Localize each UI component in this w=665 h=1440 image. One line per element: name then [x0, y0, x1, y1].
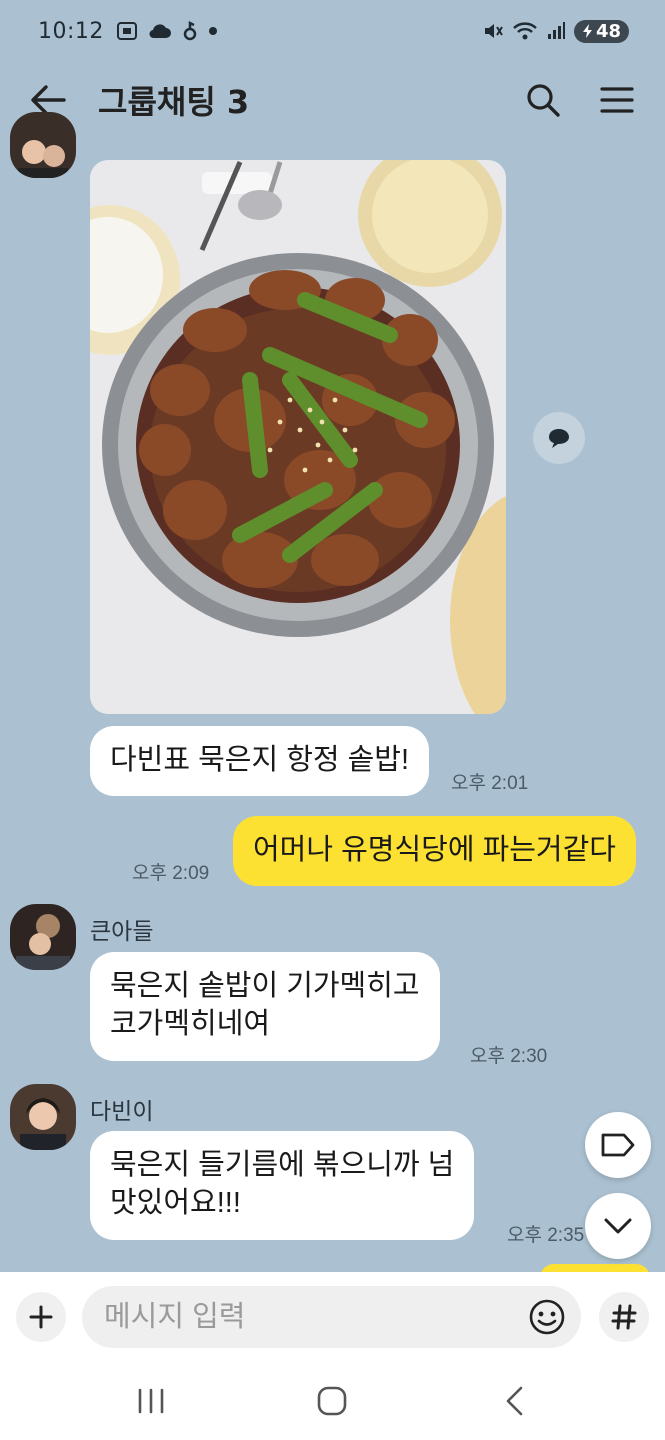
message-text-line: 코가멕히네여 [110, 1007, 271, 1040]
share-button[interactable] [533, 412, 585, 464]
hash-icon [611, 1304, 637, 1330]
message-time: 오후 2:30 [470, 1046, 548, 1067]
message-text: 어머나 유명식당에 파는거같다 [253, 834, 616, 866]
avatar[interactable] [10, 112, 76, 178]
screenshot-icon [116, 22, 137, 40]
speech-bubble-icon [549, 429, 569, 448]
message-text: 다빈표 묵은지 항정 솥밥! [110, 744, 410, 776]
photo-message-food[interactable] [90, 160, 506, 714]
message-bubble[interactable]: 묵은지 솥밥이 기가멕히고 코가멕히네여 [90, 952, 440, 1062]
app-notification-icon [183, 20, 197, 41]
hashtag-button[interactable] [599, 1292, 649, 1342]
search-button[interactable] [523, 80, 563, 120]
avatar[interactable] [10, 1084, 76, 1150]
plus-icon [29, 1305, 53, 1329]
message-input-bar [0, 1272, 665, 1362]
tag-button[interactable] [585, 1112, 651, 1178]
battery-level: 48 [595, 20, 621, 42]
attach-button[interactable] [16, 1292, 66, 1342]
system-nav-bar [0, 1362, 665, 1440]
message-text-line: 맛있어요!!! [110, 1186, 241, 1219]
battery-indicator: 48 [573, 19, 629, 43]
message-input-container [82, 1286, 581, 1348]
emoji-button[interactable] [525, 1295, 569, 1339]
message-time: 오후 2:35 [507, 1225, 585, 1246]
avatar[interactable] [10, 904, 76, 970]
message-time: 오후 2:09 [132, 863, 210, 884]
message-text-line: 묵은지 들기름에 볶으니까 넘 [110, 1149, 455, 1181]
chat-title: 그룹채팅 3 [98, 83, 250, 121]
message-bubble[interactable]: 묵은지 들기름에 볶으니까 넘 맛있어요!!! [90, 1131, 475, 1241]
back-nav-button[interactable] [484, 1376, 544, 1426]
recent-apps-icon [138, 1388, 164, 1414]
recent-apps-button[interactable] [121, 1376, 181, 1426]
status-notification-icons [116, 20, 218, 42]
message-time: 오후 2:01 [451, 773, 529, 794]
wifi-icon [513, 22, 537, 40]
menu-button[interactable] [597, 80, 637, 120]
search-icon [527, 84, 560, 117]
message-bubble[interactable]: 다빈표 묵은지 항정 솥밥! [90, 726, 430, 796]
signal-icon [547, 22, 565, 39]
status-bar: 10:12 48 [0, 0, 665, 62]
sender-name: 다빈이 [90, 1098, 154, 1124]
chevron-down-icon [604, 1218, 632, 1234]
food-photo [90, 160, 506, 714]
cloud-icon [149, 24, 171, 39]
chat-header: 그룹채팅 3 [0, 62, 665, 138]
home-icon [318, 1386, 347, 1416]
dot-icon [208, 27, 217, 35]
scroll-down-button[interactable] [585, 1193, 651, 1259]
message-text-line: 묵은지 솥밥이 기가멕히고 [110, 970, 420, 1002]
tag-icon [601, 1133, 635, 1157]
charging-icon [582, 24, 592, 38]
smiley-icon [529, 1299, 565, 1335]
status-time: 10:12 [38, 18, 104, 44]
sender-name: 큰아들 [90, 918, 154, 944]
hamburger-menu-icon [600, 87, 634, 113]
message-input[interactable] [104, 1300, 525, 1334]
chevron-left-icon [506, 1386, 523, 1416]
mute-icon [484, 24, 503, 38]
my-message-bubble[interactable]: 어머나 유명식당에 파는거같다 [233, 816, 636, 886]
home-button[interactable] [302, 1376, 362, 1426]
